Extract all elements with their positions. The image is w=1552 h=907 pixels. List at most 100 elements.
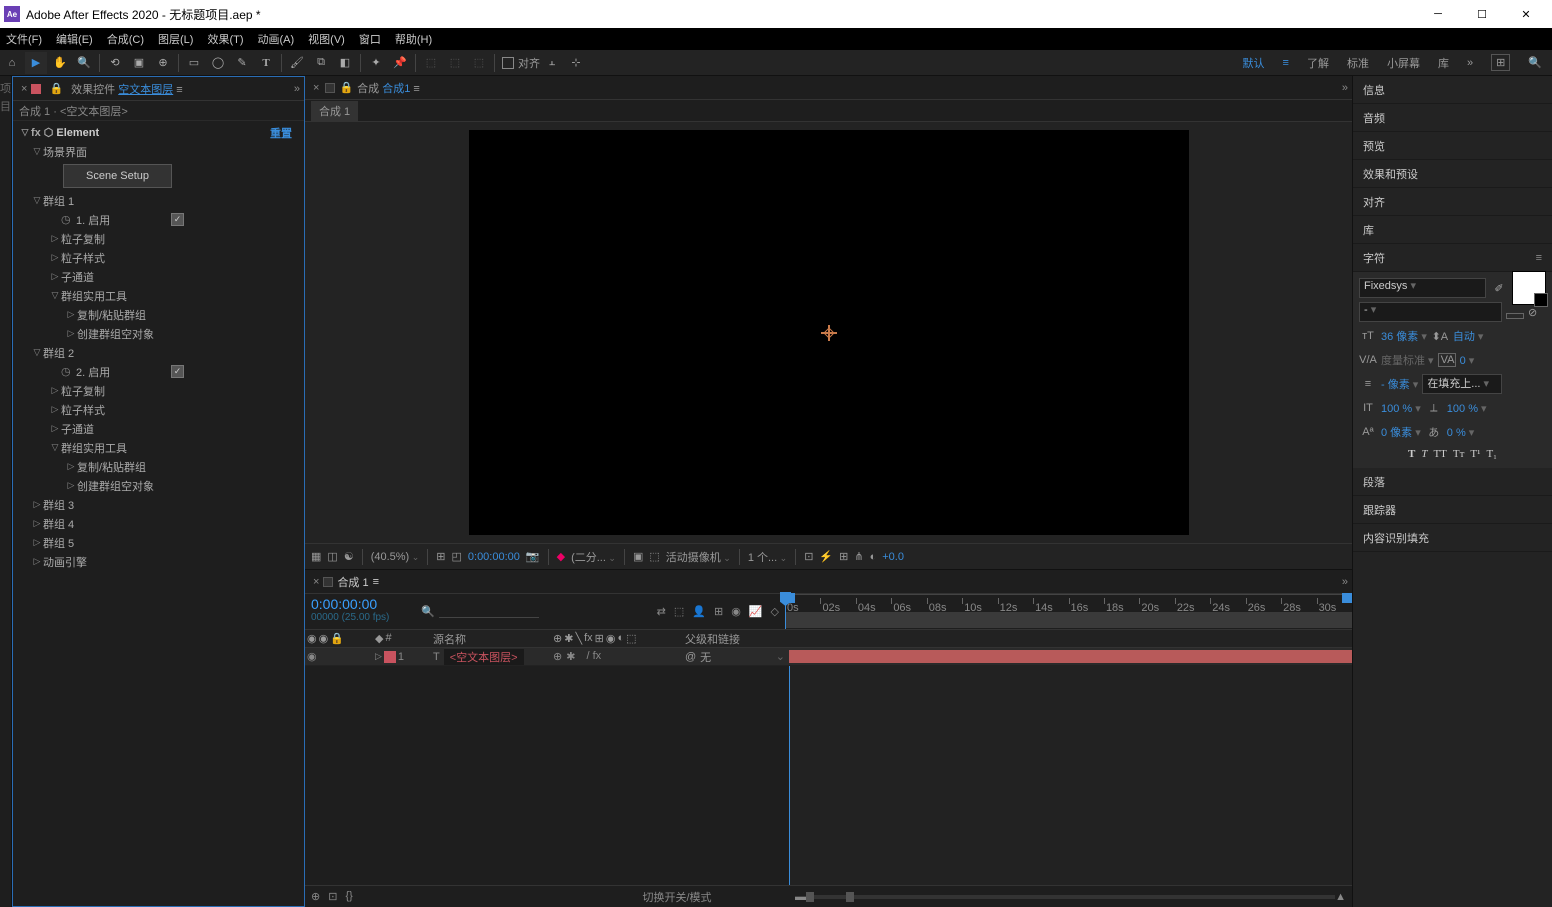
panel-paragraph[interactable]: 段落 — [1353, 468, 1552, 496]
workspace-library[interactable]: 库 — [1438, 55, 1449, 71]
panel-more-icon[interactable]: » — [294, 83, 300, 95]
tsume-value[interactable]: 0 % — [1447, 426, 1481, 439]
twirl-icon[interactable] — [49, 290, 61, 301]
reset-link[interactable]: 重置 — [270, 125, 292, 141]
panel-effects-presets[interactable]: 效果和预设 — [1353, 160, 1552, 188]
solo-column-icon[interactable]: ◉ — [319, 632, 329, 645]
twirl-icon[interactable] — [49, 271, 61, 282]
roi-icon[interactable]: ◰ — [451, 550, 461, 563]
twirl-icon[interactable] — [31, 347, 43, 358]
timeline-search-input[interactable] — [439, 605, 539, 618]
col-parent[interactable]: 父级和链接 — [681, 631, 789, 647]
mask-icon[interactable]: ☯ — [344, 550, 354, 563]
menu-window[interactable]: 窗口 — [359, 31, 381, 47]
twirl-icon[interactable] — [31, 499, 43, 510]
layer-duration-bar[interactable] — [789, 650, 1352, 663]
font-size-value[interactable]: 36 像素 — [1381, 328, 1427, 344]
twirl-icon[interactable] — [65, 461, 77, 472]
toggle-in-out-icon[interactable]: {} — [345, 890, 352, 903]
pen-tool[interactable]: ✎ — [231, 52, 253, 74]
allcaps-button[interactable]: TT — [1433, 448, 1446, 460]
zoom-dropdown[interactable]: (40.5%) — [371, 551, 420, 563]
current-timecode[interactable]: 0:00:00:00 — [311, 596, 409, 612]
snapshot-icon[interactable]: 📷 — [526, 550, 540, 563]
shy-icon[interactable]: 👤 — [692, 605, 706, 618]
menu-file[interactable]: 文件(F) — [6, 31, 42, 47]
frameblend-icon[interactable]: ⊞ — [714, 605, 723, 618]
timeline-track-area[interactable] — [789, 666, 1352, 885]
exposure-value[interactable]: +0.0 — [882, 551, 904, 563]
video-toggle-icon[interactable]: ◉ — [307, 650, 317, 663]
panel-preview[interactable]: 预览 — [1353, 132, 1552, 160]
effect-name[interactable]: Element — [56, 127, 270, 139]
timeline-timecode-block[interactable]: 0:00:00:00 00000 (25.00 fps) — [305, 594, 415, 629]
time-navigator[interactable]: ▬ ▲ — [789, 891, 1352, 903]
camera-tool[interactable]: ▣ — [128, 52, 150, 74]
workspace-menu-icon[interactable]: ≡ — [1283, 57, 1289, 69]
workspace-small[interactable]: 小屏幕 — [1387, 55, 1420, 71]
twirl-icon[interactable] — [31, 518, 43, 529]
flowchart-icon[interactable]: ⋔ — [854, 550, 863, 563]
snap-opt-1[interactable]: ⫠ — [541, 52, 563, 74]
lock-icon[interactable]: 🔒 — [49, 82, 63, 95]
panel-tracker[interactable]: 跟踪器 — [1353, 496, 1552, 524]
text-tool[interactable]: T — [255, 52, 277, 74]
menu-edit[interactable]: 编辑(E) — [56, 31, 93, 47]
bold-button[interactable]: T — [1408, 448, 1415, 460]
menu-view[interactable]: 视图(V) — [308, 31, 345, 47]
parent-dropdown[interactable]: 无 — [700, 649, 711, 665]
collapsed-panel-edge[interactable]: 项目 — [0, 76, 12, 907]
twirl-icon[interactable] — [49, 404, 61, 415]
smallcaps-button[interactable]: Tᴛ — [1453, 448, 1465, 460]
label-column-icon[interactable]: ◆ — [375, 632, 383, 645]
comp-tab[interactable]: × 🔒 合成 合成1 ≡ — [309, 80, 424, 96]
timeline-icon[interactable]: ⊞ — [839, 550, 848, 563]
playhead[interactable] — [785, 594, 786, 629]
baseline-value[interactable]: 0 像素 — [1381, 424, 1421, 440]
menu-help[interactable]: 帮助(H) — [395, 31, 432, 47]
composition-viewer[interactable] — [305, 122, 1352, 543]
twirl-icon[interactable] — [31, 556, 43, 567]
toggle-modes-icon[interactable]: ⊡ — [328, 890, 337, 903]
transparency-icon[interactable]: ▣ — [633, 550, 643, 563]
hand-tool[interactable]: ✋ — [49, 52, 71, 74]
channel-rgb-icon[interactable]: ◆ — [557, 550, 565, 563]
ellipse-tool[interactable]: ◯ — [207, 52, 229, 74]
label-color[interactable] — [384, 651, 396, 663]
clone-tool[interactable]: ⧉ — [310, 52, 332, 74]
panel-menu-icon[interactable]: ≡ — [1536, 252, 1542, 264]
camera-dropdown[interactable]: 活动摄像机 — [666, 549, 731, 565]
enable1-checkbox[interactable]: ✓ — [171, 213, 184, 226]
3d-icon[interactable]: ⬚ — [649, 550, 659, 563]
twirl-icon[interactable] — [65, 480, 77, 491]
av-column-icon[interactable]: ◉ — [307, 632, 317, 645]
twirl-icon[interactable] — [65, 309, 77, 320]
comp-name-chip[interactable]: 合成 1 — [311, 101, 358, 121]
views-dropdown[interactable]: 1 个... — [748, 549, 787, 565]
scene-setup-button[interactable]: Scene Setup — [63, 164, 172, 188]
composition-canvas[interactable] — [469, 130, 1189, 535]
twirl-icon[interactable] — [65, 328, 77, 339]
rectangle-tool[interactable]: ▭ — [183, 52, 205, 74]
work-area-bar[interactable] — [785, 612, 1352, 628]
panel-align[interactable]: 对齐 — [1353, 188, 1552, 216]
twirl-icon[interactable] — [49, 233, 61, 244]
twirl-icon[interactable]: ▷ — [375, 651, 382, 662]
kerning-value[interactable]: 度量标准 — [1381, 352, 1434, 368]
brush-tool[interactable]: 🖌 — [286, 52, 308, 74]
italic-button[interactable]: T — [1421, 448, 1427, 460]
workspace-default[interactable]: 默认 — [1243, 55, 1265, 71]
snap-opt-2[interactable]: ⊹ — [565, 52, 587, 74]
twirl-icon[interactable] — [31, 537, 43, 548]
panel-info[interactable]: 信息 — [1353, 76, 1552, 104]
motionblur-icon[interactable]: ◉ — [731, 605, 741, 618]
draft3d-icon[interactable]: ⬚ — [674, 605, 684, 618]
hscale-value[interactable]: 100 % — [1447, 402, 1487, 415]
noFill-icon[interactable]: ⊘ — [1528, 306, 1546, 319]
mask-tool-1[interactable]: ⬚ — [420, 52, 442, 74]
panel-character-header[interactable]: 字符≡ — [1353, 244, 1552, 272]
panel-more-icon[interactable]: » — [1342, 576, 1348, 588]
col-source-name[interactable]: 源名称 — [429, 631, 549, 647]
res-dropdown[interactable]: (二分... — [571, 549, 616, 565]
fast-preview-icon[interactable]: ⚡ — [819, 550, 833, 563]
